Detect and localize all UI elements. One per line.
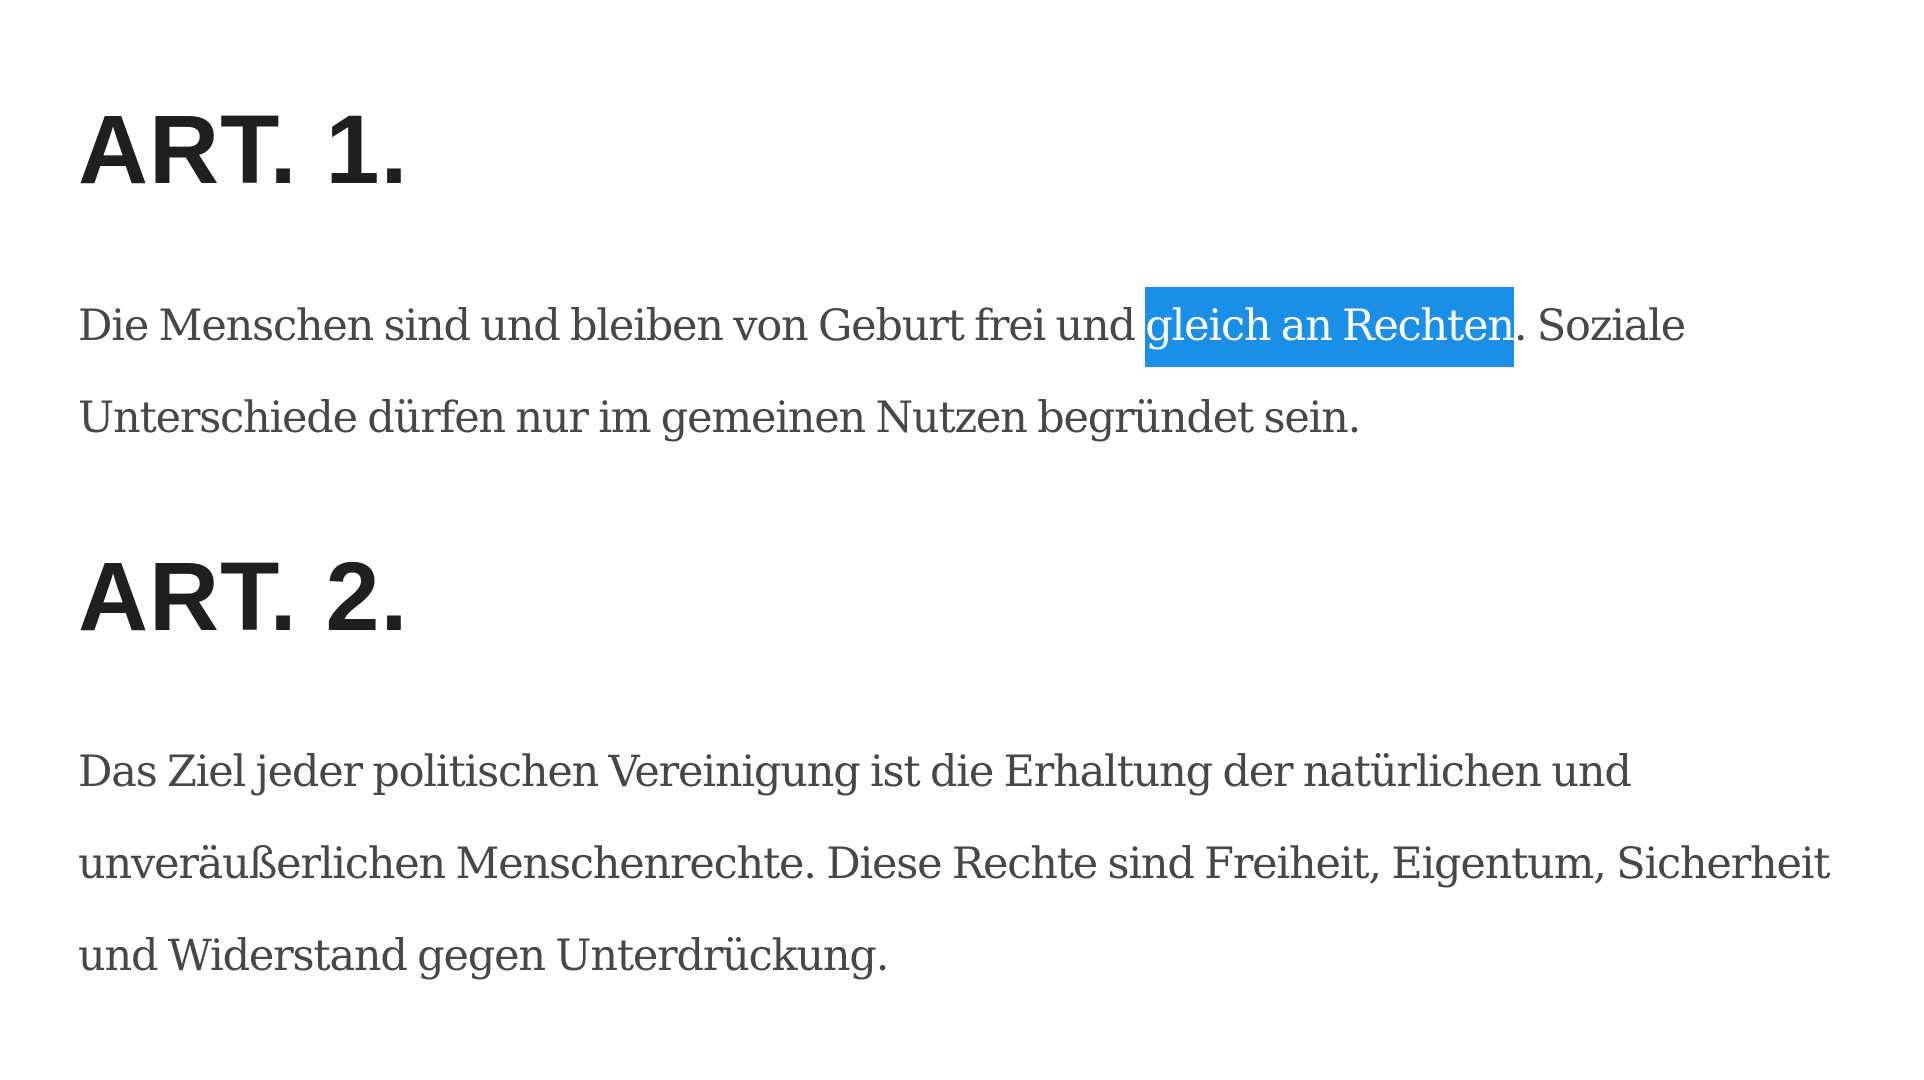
selected-text[interactable]: gleich an Rechten [1145,287,1515,367]
article-2-heading: ART. 2. [78,542,409,651]
article-2-line-1[interactable]: Das Ziel jeder politischen Vereinigung i… [78,726,1918,818]
article-1-line-1-after[interactable]: . Soziale [1514,301,1686,351]
article-1-line-2[interactable]: Unterschiede dürfen nur im gemeinen Nutz… [78,372,1818,464]
article-1-heading: ART. 1. [78,95,409,204]
article-2-line-3[interactable]: und Widerstand gegen Unterdrückung. [78,910,1918,1002]
document-page: ART. 1. Die Menschen sind und bleiben vo… [0,0,1924,1080]
article-1-text[interactable]: Die Menschen sind und bleiben von Geburt… [78,280,1818,464]
article-1-line-1[interactable]: Die Menschen sind und bleiben von Geburt… [78,280,1818,372]
article-2-text[interactable]: Das Ziel jeder politischen Vereinigung i… [78,726,1918,1002]
article-1-line-1-before[interactable]: Die Menschen sind und bleiben von Geburt… [78,301,1145,351]
article-2-line-2[interactable]: unveräußerlichen Menschenrechte. Diese R… [78,818,1918,910]
